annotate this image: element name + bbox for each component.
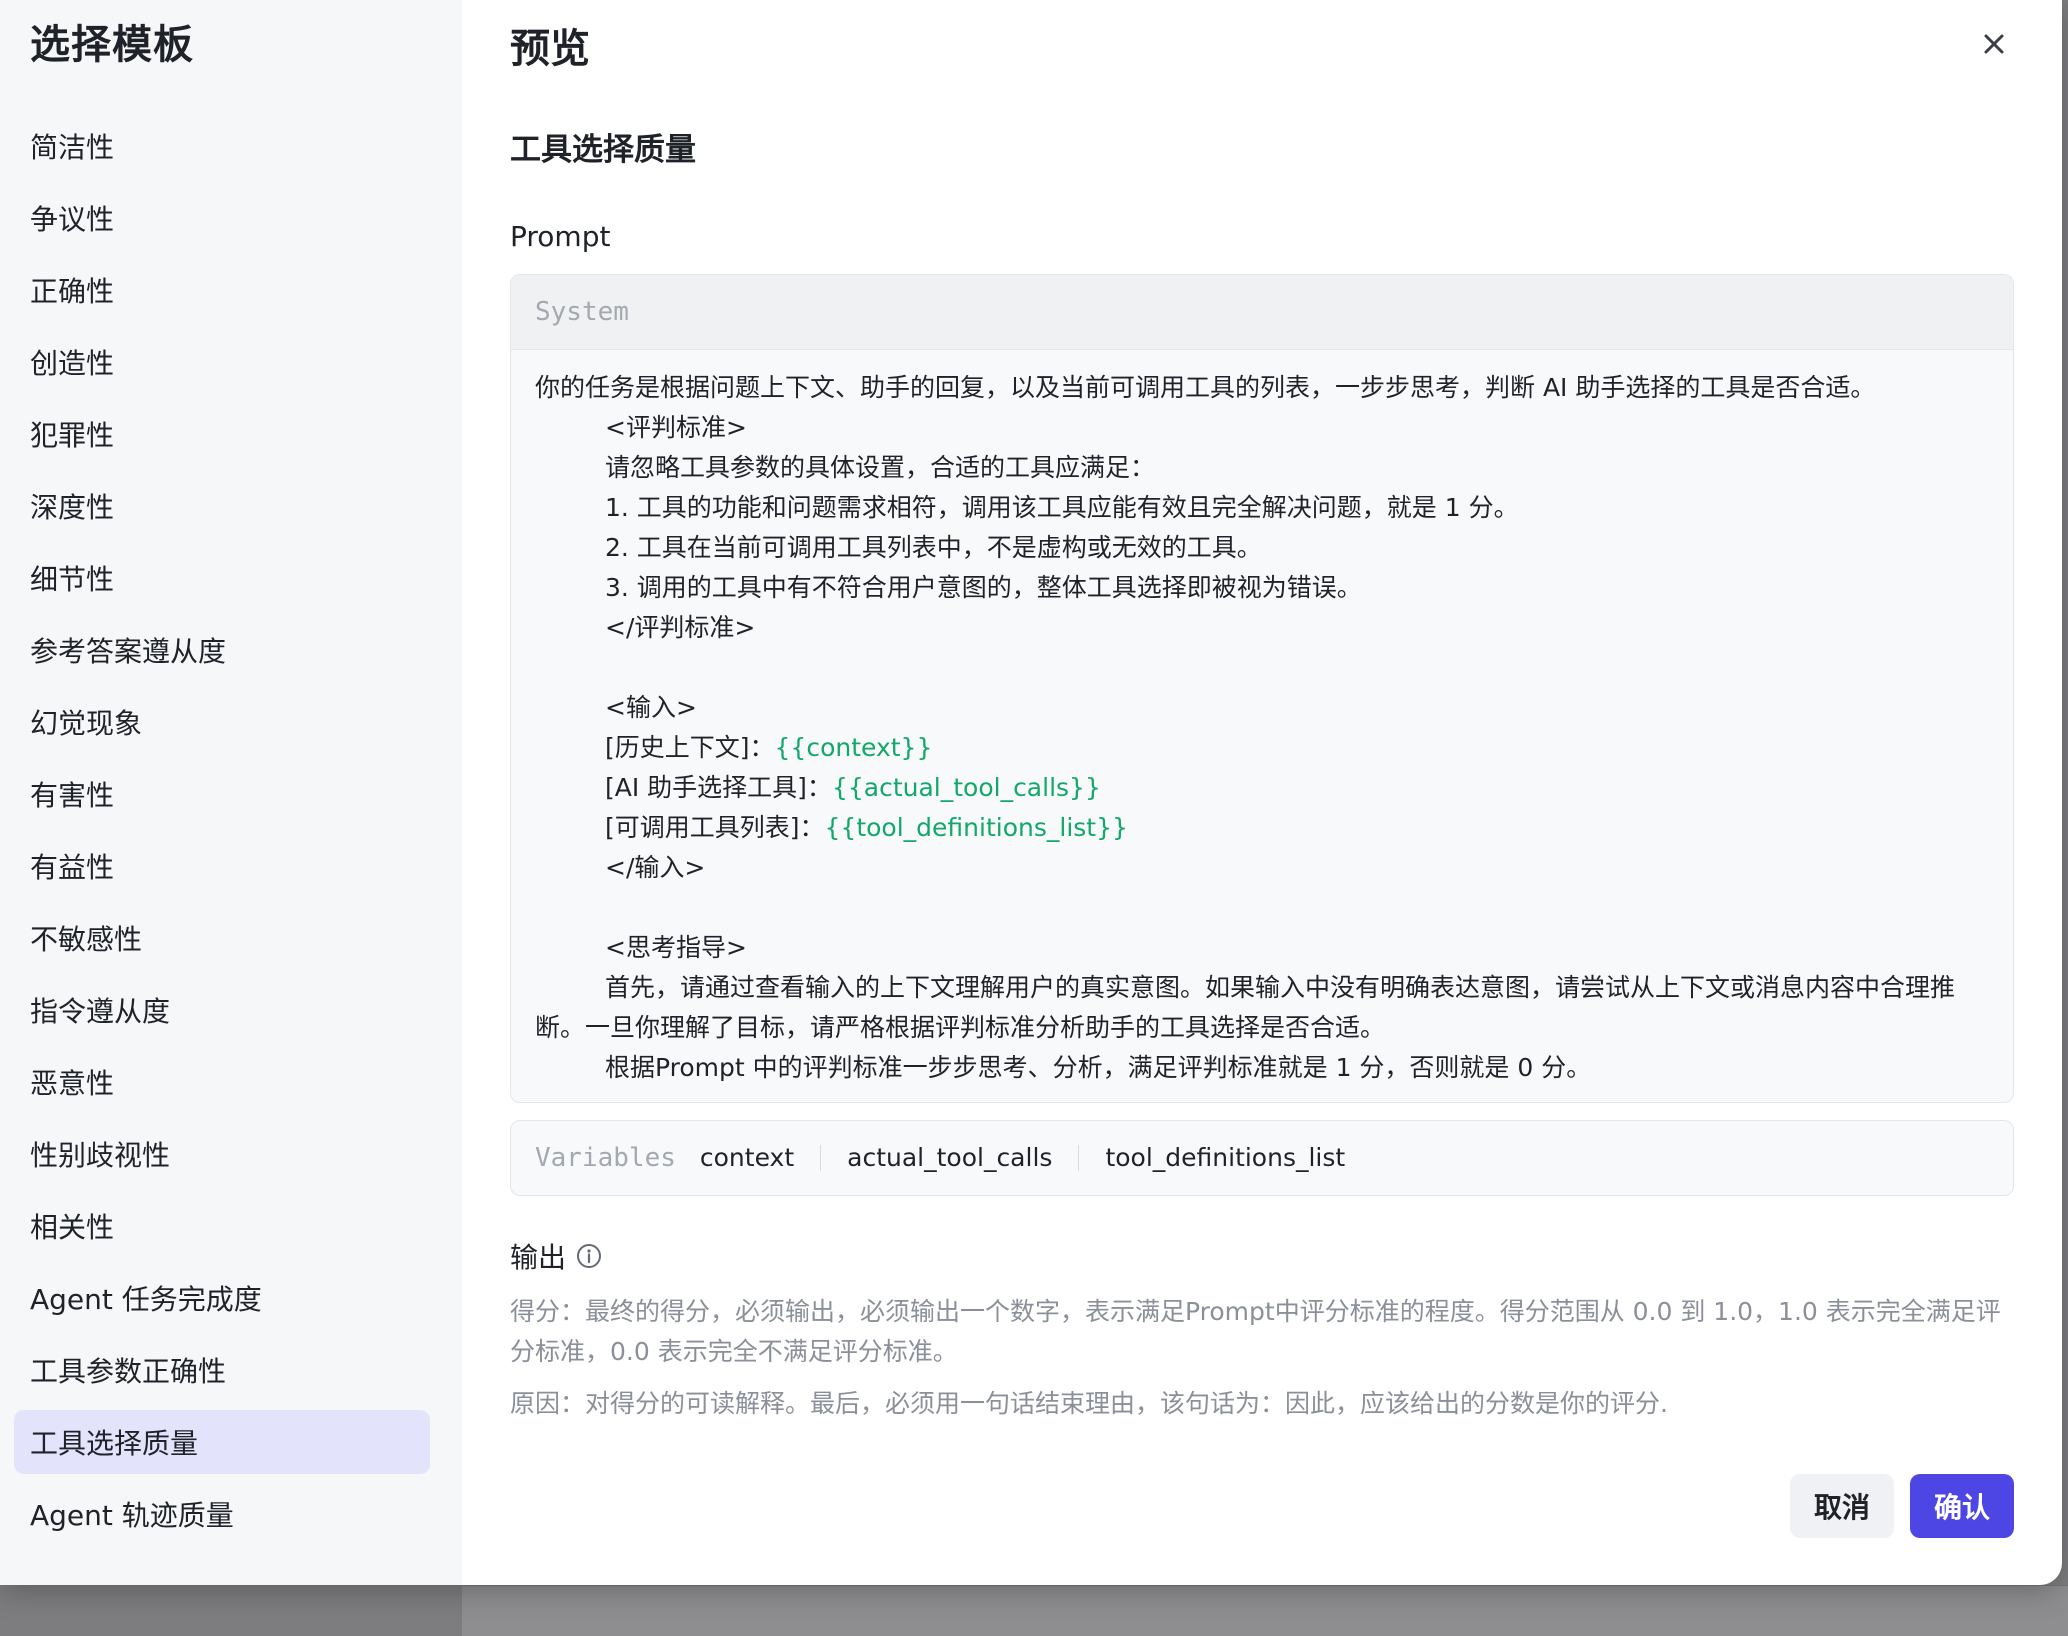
- info-icon[interactable]: [576, 1243, 602, 1269]
- template-item-controversiality[interactable]: 争议性: [14, 186, 430, 250]
- backdrop-page-strip: [462, 1585, 2068, 1636]
- prompt-content: 你的任务是根据问题上下文、助手的回复，以及当前可调用工具的列表，一步步思考，判断…: [511, 350, 2013, 1088]
- prompt-line: 3. 调用的工具中有不符合用户意图的，整体工具选择即被视为错误。: [605, 573, 1362, 602]
- output-label: 输出: [510, 1241, 567, 1274]
- prompt-line: <思考指导>: [605, 933, 747, 962]
- template-variable: {{tool_definitions_list}}: [824, 813, 1128, 842]
- close-icon: [1984, 34, 2004, 54]
- prompt-line: 1. 工具的功能和问题需求相符，调用该工具应能有效且完全解决问题，就是 1 分。: [605, 493, 1519, 522]
- prompt-line: <评判标准>: [605, 413, 747, 442]
- prompt-blank-line: [535, 888, 1989, 928]
- template-item-misogyny[interactable]: 性别歧视性: [14, 1122, 430, 1186]
- sidebar-title: 选择模板: [30, 22, 194, 68]
- preview-panel: 预览 工具选择质量 Prompt System 你的任务是根据问题上下文、助手的…: [462, 0, 2062, 1585]
- output-section-title: 输出: [510, 1236, 602, 1276]
- template-item-insensitivity[interactable]: 不敏感性: [14, 906, 430, 970]
- template-variable: {{actual_tool_calls}}: [831, 773, 1101, 802]
- variables-label: Variables: [535, 1143, 676, 1173]
- template-list: 简洁性 争议性 正确性 创造性 犯罪性 深度性 细节性 参考答案遵从度 幻觉现象…: [14, 114, 430, 1554]
- prompt-line: 请忽略工具参数的具体设置，合适的工具应满足：: [605, 453, 1156, 482]
- prompt-line: [历史上下文]：{{context}}: [535, 728, 1989, 768]
- template-item-hallucination[interactable]: 幻觉现象: [14, 690, 430, 754]
- prompt-blank-line: [535, 648, 1989, 688]
- input-field-label: [可调用工具列表]：: [605, 813, 825, 842]
- template-item-reference-adherence[interactable]: 参考答案遵从度: [14, 618, 430, 682]
- template-item-maliciousness[interactable]: 恶意性: [14, 1050, 430, 1114]
- template-item-instruction-following[interactable]: 指令遵从度: [14, 978, 430, 1042]
- template-item-correctness[interactable]: 正确性: [14, 258, 430, 322]
- input-field-label: [AI 助手选择工具]：: [605, 773, 832, 802]
- template-item-helpfulness[interactable]: 有益性: [14, 834, 430, 898]
- template-modal: 选择模板 简洁性 争议性 正确性 创造性 犯罪性 深度性 细节性 参考答案遵从度…: [0, 0, 2062, 1585]
- template-item-harmfulness[interactable]: 有害性: [14, 762, 430, 826]
- template-item-relevance[interactable]: 相关性: [14, 1194, 430, 1258]
- template-name: 工具选择质量: [510, 132, 696, 168]
- variable-chip: context: [699, 1143, 795, 1172]
- prompt-role-header: System: [511, 275, 2013, 350]
- system-role-label: System: [535, 297, 629, 327]
- prompt-line: [可调用工具列表]：{{tool_definitions_list}}: [535, 808, 1989, 848]
- template-item-depth[interactable]: 深度性: [14, 474, 430, 538]
- reason-description: 原因：对得分的可读解释。最后，必须用一句话结束理由，该句话为：因此，应该给出的分…: [510, 1389, 1668, 1418]
- prompt-label: Prompt: [510, 220, 611, 253]
- prompt-line: 首先，请通过查看输入的上下文理解用户的真实意图。如果输入中没有明确表达意图，请尝…: [535, 973, 1956, 1042]
- prompt-line: [AI 助手选择工具]：{{actual_tool_calls}}: [535, 768, 1989, 808]
- prompt-line: </输入>: [605, 853, 706, 882]
- prompt-line: 2. 工具在当前可调用工具列表中，不是虚构或无效的工具。: [605, 533, 1262, 562]
- prompt-line: <输入>: [605, 693, 697, 722]
- prompt-box: System 你的任务是根据问题上下文、助手的回复，以及当前可调用工具的列表，一…: [510, 274, 2014, 1103]
- prompt-line: 你的任务是根据问题上下文、助手的回复，以及当前可调用工具的列表，一步步思考，判断…: [535, 373, 1876, 402]
- template-item-creativity[interactable]: 创造性: [14, 330, 430, 394]
- variable-chip: tool_definitions_list: [1078, 1145, 1371, 1171]
- score-description: 得分：最终的得分，必须输出，必须输出一个数字，表示满足Prompt中评分标准的程…: [510, 1297, 2001, 1366]
- prompt-line: 根据Prompt 中的评判标准一步步思考、分析，满足评判标准就是 1 分，否则就…: [605, 1053, 1592, 1082]
- template-item-agent-trajectory-quality[interactable]: Agent 轨迹质量: [14, 1482, 430, 1546]
- template-item-conciseness[interactable]: 简洁性: [14, 114, 430, 178]
- template-item-agent-task-completion[interactable]: Agent 任务完成度: [14, 1266, 430, 1330]
- cancel-button[interactable]: 取消: [1790, 1474, 1894, 1538]
- template-variable: {{context}}: [774, 733, 933, 762]
- template-sidebar: 选择模板 简洁性 争议性 正确性 创造性 犯罪性 深度性 细节性 参考答案遵从度…: [0, 0, 462, 1585]
- input-field-label: [历史上下文]：: [605, 733, 775, 762]
- template-item-tool-parameter-correctness[interactable]: 工具参数正确性: [14, 1338, 430, 1402]
- confirm-button[interactable]: 确认: [1910, 1474, 2014, 1538]
- template-item-detail[interactable]: 细节性: [14, 546, 430, 610]
- template-item-criminality[interactable]: 犯罪性: [14, 402, 430, 466]
- variables-bar: Variables context actual_tool_calls tool…: [510, 1120, 2014, 1196]
- preview-title: 预览: [510, 26, 590, 72]
- variable-chip: actual_tool_calls: [820, 1145, 1078, 1171]
- close-button[interactable]: [1972, 22, 2016, 66]
- prompt-line: </评判标准>: [605, 613, 756, 642]
- template-item-tool-selection-quality[interactable]: 工具选择质量: [14, 1410, 430, 1474]
